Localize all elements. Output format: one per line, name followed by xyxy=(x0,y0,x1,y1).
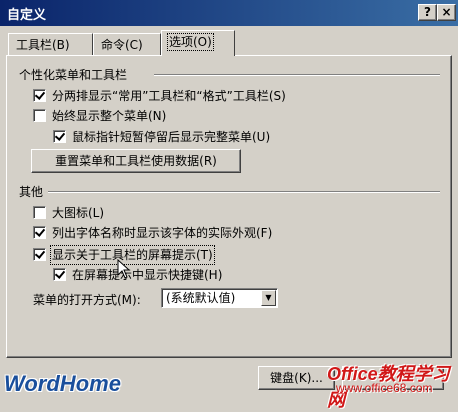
checkbox-label: 在屏幕提示中显示快捷键(H) xyxy=(72,268,223,282)
menu-animation-select[interactable]: (系统默认值) ▼ xyxy=(161,288,278,308)
checkbox-box[interactable] xyxy=(33,89,46,102)
tab-toolbars[interactable]: 工具栏(B) xyxy=(8,33,93,55)
tab-options-label: 选项(O) xyxy=(167,33,214,51)
checkbox-label: 鼠标指针短暂停留后显示完整菜单(U) xyxy=(72,130,271,144)
checkbox-label: 大图标(L) xyxy=(52,206,105,220)
reset-usage-button[interactable]: 重置菜单和工具栏使用数据(R) xyxy=(31,149,241,173)
tab-commands[interactable]: 命令(C) xyxy=(93,33,161,55)
personalized-group-label: 个性化菜单和工具栏 xyxy=(19,68,128,82)
checkbox-box[interactable] xyxy=(53,130,66,143)
checkbox-box[interactable] xyxy=(33,226,46,239)
help-button[interactable]: ? xyxy=(418,4,437,21)
checkbox-label: 列出字体名称时显示该字体的实际外观(F) xyxy=(52,226,273,240)
url-watermark: www.office68.com xyxy=(336,381,433,395)
checkbox-box[interactable] xyxy=(33,248,46,261)
window-title: 自定义 xyxy=(7,8,47,23)
title-bar: 自定义 ? × xyxy=(0,0,458,26)
keyboard-button[interactable]: 键盘(K)... xyxy=(258,366,335,390)
mouse-pointer-icon xyxy=(117,259,131,279)
close-button[interactable]: × xyxy=(437,4,456,21)
checkbox-box[interactable] xyxy=(33,206,46,219)
dropdown-arrow-icon[interactable]: ▼ xyxy=(261,290,276,306)
tab-options[interactable]: 选项(O) xyxy=(161,30,235,56)
checkbox-box[interactable] xyxy=(53,268,66,281)
other-group-label: 其他 xyxy=(19,185,44,199)
wordhome-logo: WordHome xyxy=(4,371,121,396)
checkbox-label: 显示关于工具栏的屏幕提示(T) xyxy=(50,245,215,265)
checkbox-label: 分两排显示“常用”工具栏和“格式”工具栏(S) xyxy=(52,89,286,103)
checkbox-label: 始终显示整个菜单(N) xyxy=(52,109,167,123)
menu-animation-value: (系统默认值) xyxy=(166,291,236,305)
menu-animation-label: 菜单的打开方式(M): xyxy=(33,293,141,307)
other-group-divider xyxy=(48,191,440,193)
personalized-group-divider xyxy=(154,74,440,76)
checkbox-box[interactable] xyxy=(33,109,46,122)
